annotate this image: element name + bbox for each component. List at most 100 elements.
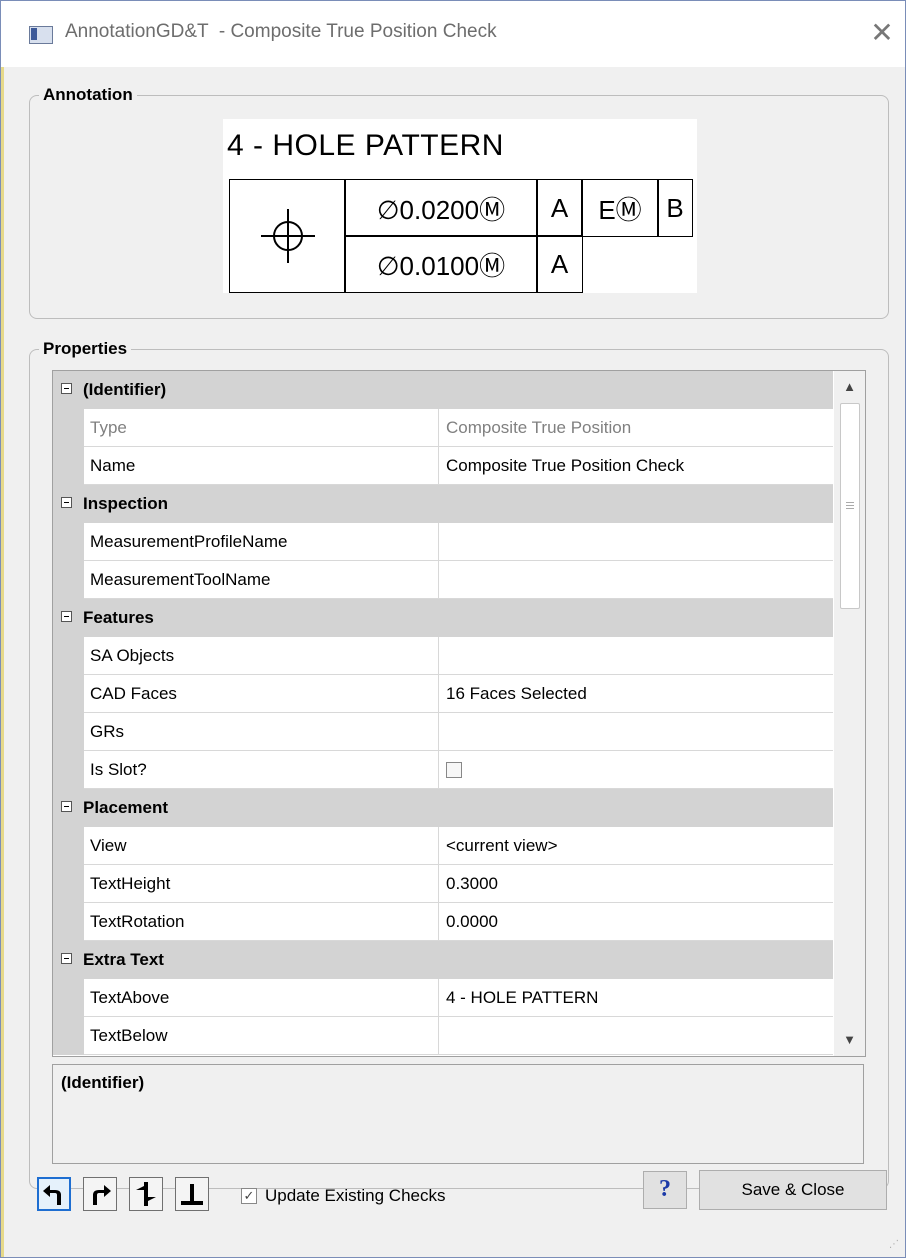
annotation-preview: 4 - HOLE PATTERN ∅0.0200Ⓜ A EⓂ B ∅0.0100… — [223, 119, 697, 293]
position-crosshair-icon — [260, 209, 315, 263]
row-gutter — [53, 561, 84, 599]
property-row-type[interactable]: Type Composite True Position — [53, 409, 833, 447]
property-name: MeasurementToolName — [84, 561, 439, 599]
property-row-name[interactable]: Name Composite True Position Check — [53, 447, 833, 485]
property-value[interactable]: 0.3000 — [439, 865, 833, 903]
collapse-icon[interactable] — [61, 611, 72, 622]
category-label: Placement — [83, 798, 169, 817]
property-row-text-height[interactable]: TextHeight 0.3000 — [53, 865, 833, 903]
property-value[interactable]: <current view> — [439, 827, 833, 865]
help-button[interactable]: ? — [643, 1171, 687, 1209]
dialog-window: AnnotationGD&T - Composite True Position… — [0, 0, 906, 1258]
property-value[interactable] — [439, 523, 833, 561]
property-value[interactable] — [439, 637, 833, 675]
collapse-icon[interactable] — [61, 497, 72, 508]
row-gutter — [53, 523, 84, 561]
property-name: View — [84, 827, 439, 865]
category-inspection[interactable]: Inspection — [53, 485, 833, 523]
arrow-up-right-button[interactable] — [83, 1177, 117, 1211]
property-name: CAD Faces — [84, 675, 439, 713]
property-row-grs[interactable]: GRs — [53, 713, 833, 751]
property-value — [439, 751, 833, 789]
property-value[interactable]: 16 Faces Selected — [439, 675, 833, 713]
update-existing-checks-label[interactable]: Update Existing Checks — [265, 1186, 445, 1206]
property-row-measurement-tool[interactable]: MeasurementToolName — [53, 561, 833, 599]
property-value[interactable] — [439, 561, 833, 599]
property-value[interactable]: 0.0000 — [439, 903, 833, 941]
arrow-up-left-icon — [43, 1185, 61, 1205]
vertical-cross-icon — [136, 1182, 156, 1206]
property-grid: (Identifier) Type Composite True Positio… — [52, 370, 866, 1057]
fcf-row1-datum-a: A — [536, 179, 583, 237]
property-value[interactable]: 4 - HOLE PATTERN — [439, 979, 833, 1017]
property-name: TextHeight — [84, 865, 439, 903]
title-bar: AnnotationGD&T - Composite True Position… — [1, 1, 905, 67]
row-gutter — [53, 409, 84, 447]
scroll-up-icon[interactable]: ▲ — [834, 371, 865, 403]
property-row-text-rotation[interactable]: TextRotation 0.0000 — [53, 903, 833, 941]
property-value[interactable] — [439, 1017, 833, 1055]
property-name: Type — [84, 409, 439, 447]
scroll-thumb[interactable] — [840, 403, 860, 609]
property-row-sa-objects[interactable]: SA Objects — [53, 637, 833, 675]
is-slot-checkbox[interactable] — [446, 762, 462, 778]
description-title: (Identifier) — [61, 1073, 145, 1092]
category-label: (Identifier) — [83, 380, 167, 399]
arrow-up-left-button[interactable] — [37, 1177, 71, 1211]
property-value[interactable] — [439, 713, 833, 751]
category-features[interactable]: Features — [53, 599, 833, 637]
feature-control-frame: ∅0.0200Ⓜ A EⓂ B ∅0.0100Ⓜ A — [229, 179, 693, 293]
row-gutter — [53, 903, 84, 941]
vertical-scrollbar[interactable]: ▲ ▼ — [834, 371, 865, 1056]
fcf-row2-tolerance: ∅0.0100Ⓜ — [344, 235, 538, 293]
property-row-view[interactable]: View <current view> — [53, 827, 833, 865]
category-extra-text[interactable]: Extra Text — [53, 941, 833, 979]
row-gutter — [53, 447, 84, 485]
perpendicular-button[interactable] — [175, 1177, 209, 1211]
property-name: TextAbove — [84, 979, 439, 1017]
fcf-row2-datum-a: A — [536, 235, 583, 293]
category-label: Inspection — [83, 494, 169, 513]
property-row-cad-faces[interactable]: CAD Faces 16 Faces Selected — [53, 675, 833, 713]
category-placement[interactable]: Placement — [53, 789, 833, 827]
save-close-button[interactable]: Save & Close — [699, 1170, 887, 1210]
window-title: AnnotationGD&T - Composite True Position… — [65, 21, 497, 42]
annotation-group-title: Annotation — [39, 85, 137, 105]
close-icon[interactable]: ✕ — [867, 15, 897, 51]
annotation-text-above: 4 - HOLE PATTERN — [227, 129, 504, 162]
property-value: Composite True Position — [439, 409, 833, 447]
fcf-row1-datum-b: B — [657, 179, 693, 237]
row-gutter — [53, 865, 84, 903]
arrow-up-right-icon — [93, 1185, 111, 1205]
category-identifier[interactable]: (Identifier) — [53, 371, 833, 409]
collapse-icon[interactable] — [61, 801, 72, 812]
property-row-text-below[interactable]: TextBelow — [53, 1017, 833, 1055]
perpendicular-icon — [181, 1184, 203, 1205]
row-gutter — [53, 751, 84, 789]
property-value[interactable]: Composite True Position Check — [439, 447, 833, 485]
vertical-cross-button[interactable] — [129, 1177, 163, 1211]
collapse-icon[interactable] — [61, 383, 72, 394]
window-left-edge — [1, 67, 4, 1257]
scroll-down-icon[interactable]: ▼ — [834, 1024, 865, 1056]
category-label: Extra Text — [83, 950, 164, 969]
row-gutter — [53, 979, 84, 1017]
row-gutter — [53, 675, 84, 713]
row-gutter — [53, 713, 84, 751]
property-name: SA Objects — [84, 637, 439, 675]
property-name: TextBelow — [84, 1017, 439, 1055]
fcf-symbol-cell — [229, 179, 346, 293]
property-name: GRs — [84, 713, 439, 751]
property-name: MeasurementProfileName — [84, 523, 439, 561]
collapse-icon[interactable] — [61, 953, 72, 964]
property-row-is-slot[interactable]: Is Slot? — [53, 751, 833, 789]
update-existing-checks-checkbox[interactable]: ✓ — [241, 1188, 257, 1204]
property-row-text-above[interactable]: TextAbove 4 - HOLE PATTERN — [53, 979, 833, 1017]
property-name: TextRotation — [84, 903, 439, 941]
fcf-row1-tolerance: ∅0.0200Ⓜ — [344, 179, 538, 237]
row-gutter — [53, 827, 84, 865]
description-panel: (Identifier) — [52, 1064, 864, 1164]
window-app-icon — [29, 26, 53, 44]
resize-grip-icon[interactable]: ⋰ — [889, 1239, 903, 1253]
property-row-measurement-profile[interactable]: MeasurementProfileName — [53, 523, 833, 561]
